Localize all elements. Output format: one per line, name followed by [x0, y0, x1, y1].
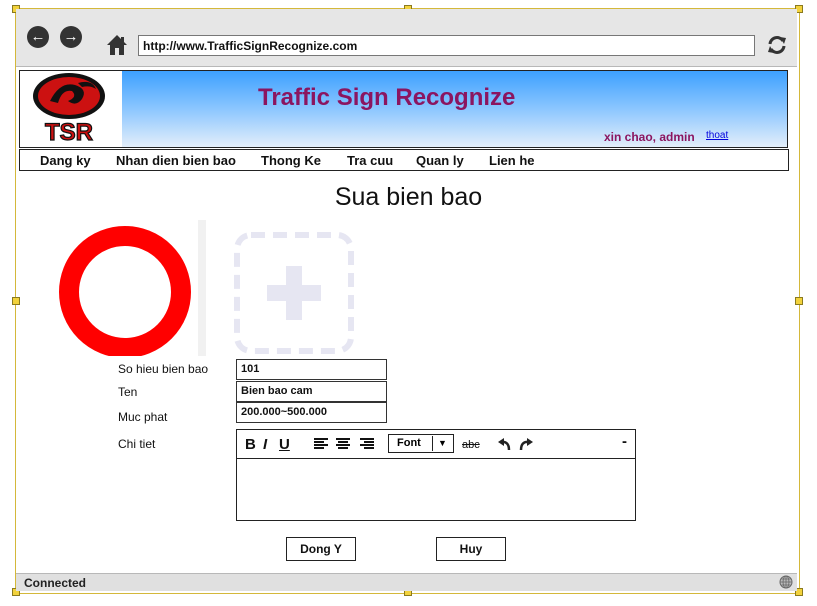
sign-image — [54, 220, 206, 358]
code-input[interactable]: 101 — [236, 359, 387, 380]
align-center-icon — [336, 438, 350, 449]
menu-item-thong-ke[interactable]: Thong Ke — [261, 153, 321, 168]
italic-button[interactable]: I — [263, 436, 267, 453]
cancel-button[interactable]: Huy — [436, 537, 506, 561]
site-logo[interactable]: TSR — [20, 71, 122, 147]
globe-icon — [779, 575, 793, 589]
fine-input[interactable]: 200.000~500.000 — [236, 402, 387, 423]
menu-item-nhan-dien[interactable]: Nhan dien bien bao — [116, 153, 236, 168]
font-select-label: Font — [397, 437, 421, 449]
confirm-button[interactable]: Dong Y — [286, 537, 356, 561]
menu-item-quan-ly[interactable]: Quan ly — [416, 153, 464, 168]
logo-text: TSR — [45, 119, 93, 146]
strikethrough-button[interactable]: abc — [462, 439, 480, 451]
minimize-button[interactable]: - — [622, 433, 627, 450]
refresh-icon[interactable] — [766, 34, 788, 56]
undo-icon — [498, 438, 511, 451]
prohibition-sign-icon — [59, 226, 191, 358]
logout-link[interactable]: thoat — [706, 130, 728, 141]
detail-label: Chi tiet — [118, 437, 156, 451]
align-left-icon — [314, 438, 328, 449]
dragon-logo-icon: TSR — [33, 73, 105, 147]
align-icons — [314, 438, 374, 449]
menu-item-lien-he[interactable]: Lien he — [489, 153, 535, 168]
name-input[interactable]: Bien bao cam — [236, 381, 387, 402]
menu-item-dang-ky[interactable]: Dang ky — [40, 153, 91, 168]
align-right-icon — [360, 438, 374, 449]
underline-button[interactable]: U — [279, 436, 290, 453]
bold-button[interactable]: B — [245, 436, 256, 453]
back-icon[interactable]: ← — [27, 26, 49, 48]
redo-icon — [519, 438, 533, 451]
site-title: Traffic Sign Recognize — [258, 84, 516, 111]
add-image-icon[interactable] — [234, 232, 354, 354]
forward-icon[interactable]: → — [60, 26, 82, 48]
name-label: Ten — [118, 385, 138, 399]
chevron-down-icon: ▼ — [438, 438, 447, 448]
menu-item-tra-cuu[interactable]: Tra cuu — [347, 153, 393, 168]
font-select[interactable]: Font ▼ — [388, 434, 454, 453]
home-icon[interactable] — [106, 34, 128, 56]
user-greeting: xin chao, admin — [604, 130, 695, 144]
resize-handle — [795, 297, 803, 305]
resize-handle — [12, 297, 20, 305]
fine-label: Muc phat — [118, 410, 168, 424]
code-label: So hieu bien bao — [118, 362, 209, 376]
url-input[interactable]: http://www.TrafficSignRecognize.com — [138, 35, 755, 56]
status-bar: Connected — [16, 573, 797, 591]
undo-redo-icons[interactable] — [497, 437, 537, 453]
page-title: Sua bien bao — [334, 183, 483, 211]
